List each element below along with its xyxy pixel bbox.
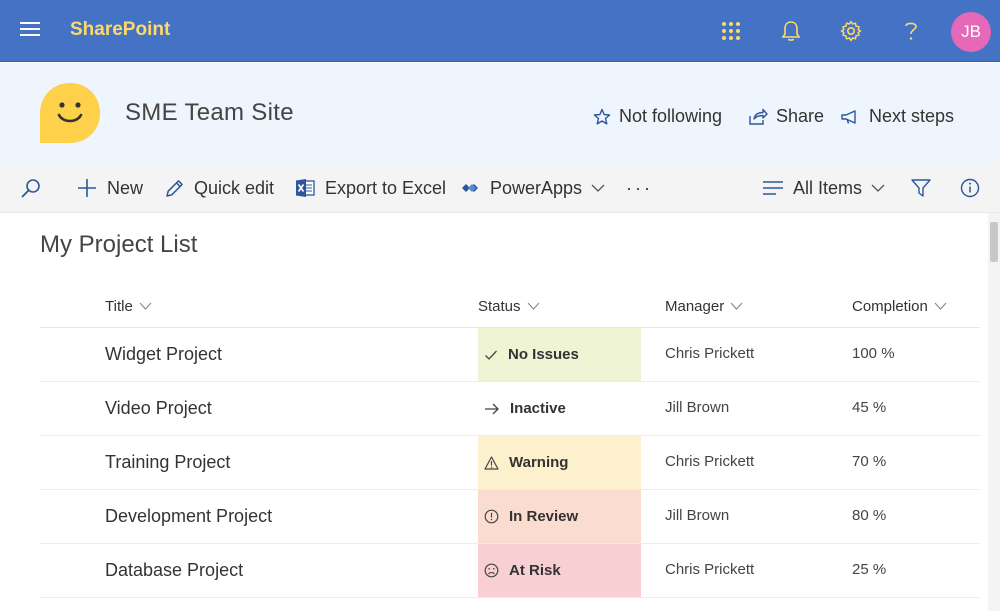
export-to-excel-button[interactable]: Export to Excel (295, 163, 446, 213)
status-cell: At Risk (478, 544, 641, 597)
share-label: Share (776, 106, 825, 126)
powerapps-icon (462, 184, 478, 192)
app-launcher-icon[interactable] (716, 16, 746, 46)
list-view-icon (763, 181, 783, 195)
view-selector[interactable]: All Items (762, 163, 885, 213)
column-header-manager[interactable]: Manager (665, 284, 743, 328)
chevron-down-icon (871, 184, 885, 192)
table-row[interactable]: Training Project Warning Chris Prickett … (40, 436, 980, 490)
next-steps-button[interactable]: Next steps (840, 106, 954, 127)
row-title[interactable]: Video Project (105, 382, 212, 435)
row-title[interactable]: Database Project (105, 544, 243, 597)
gear-icon[interactable] (836, 16, 866, 46)
status-cell: Inactive (478, 382, 641, 435)
completion-cell: 25 % (852, 560, 887, 578)
new-label: New (107, 177, 144, 198)
sharepoint-brand-link[interactable]: SharePoint (70, 19, 170, 41)
status-label: Warning (509, 454, 569, 471)
completion-cell: 80 % (852, 506, 887, 524)
row-title[interactable]: Training Project (105, 436, 230, 489)
chevron-down-icon (139, 302, 152, 310)
info-icon (960, 178, 980, 198)
filter-button[interactable] (911, 163, 931, 213)
column-header-status[interactable]: Status (478, 284, 540, 328)
hamburger-menu-icon[interactable] (20, 22, 40, 38)
plus-icon (78, 179, 96, 197)
site-header: SME Team Site Not following Share Next s… (0, 63, 1000, 163)
powerapps-label: PowerApps (490, 177, 583, 198)
list-title: My Project List (40, 231, 198, 258)
info-circle-icon (484, 509, 499, 524)
status-cell: Warning (478, 436, 641, 489)
completion-cell: 100 % (852, 344, 895, 362)
column-status-label: Status (478, 297, 521, 315)
chevron-down-icon (934, 302, 947, 310)
column-completion-label: Completion (852, 297, 928, 315)
manager-cell: Chris Prickett (665, 344, 755, 362)
column-manager-label: Manager (665, 297, 725, 315)
scrollbar-thumb[interactable] (990, 222, 998, 262)
manager-cell: Chris Prickett (665, 560, 755, 578)
command-bar: New Quick edit Export to Excel PowerApps… (0, 163, 1000, 213)
completion-cell: 45 % (852, 398, 887, 416)
export-label: Export to Excel (325, 177, 447, 198)
project-list-table: Title Status Manager Completion Widget P… (40, 284, 980, 598)
row-title[interactable]: Development Project (105, 490, 272, 543)
manager-cell: Jill Brown (665, 506, 730, 524)
follow-label: Not following (619, 106, 723, 126)
table-row[interactable]: Development Project In Review Jill Brown… (40, 490, 980, 544)
table-row[interactable]: Database Project At Risk Chris Prickett … (40, 544, 980, 598)
chevron-down-icon (591, 184, 605, 192)
column-header-completion[interactable]: Completion (852, 284, 947, 328)
help-icon[interactable] (896, 16, 926, 46)
excel-icon (296, 179, 315, 197)
quick-edit-button[interactable]: Quick edit (164, 163, 274, 213)
more-options-icon: ··· (626, 177, 653, 198)
manager-cell: Chris Prickett (665, 452, 755, 470)
chevron-down-icon (730, 302, 743, 310)
arrow-right-icon (485, 403, 499, 414)
status-cell: No Issues (478, 328, 641, 381)
table-row[interactable]: Widget Project No Issues Chris Prickett … (40, 328, 980, 382)
share-button[interactable]: Share (748, 106, 824, 127)
vertical-scrollbar[interactable] (988, 213, 1000, 611)
bell-icon[interactable] (776, 16, 806, 46)
view-label: All Items (793, 177, 863, 198)
status-label: Inactive (510, 400, 566, 417)
share-icon (749, 108, 768, 125)
pencil-icon (166, 179, 183, 197)
chevron-down-icon (527, 302, 539, 310)
more-options-button[interactable]: ··· (626, 163, 653, 213)
star-outline-icon (593, 108, 611, 125)
row-title[interactable]: Widget Project (105, 328, 222, 381)
follow-button[interactable]: Not following (593, 106, 722, 127)
table-header: Title Status Manager Completion (40, 284, 980, 328)
info-button[interactable] (960, 163, 980, 213)
quick-edit-label: Quick edit (194, 177, 275, 198)
site-title[interactable]: SME Team Site (125, 99, 294, 127)
column-title-label: Title (105, 297, 133, 315)
filter-icon (911, 179, 931, 197)
sad-face-icon (484, 563, 499, 578)
table-row[interactable]: Video Project Inactive Jill Brown 45 % (40, 382, 980, 436)
next-steps-label: Next steps (869, 106, 955, 126)
warning-icon (484, 455, 499, 470)
user-avatar[interactable]: JB (951, 12, 991, 52)
completion-cell: 70 % (852, 452, 887, 470)
check-icon (485, 350, 497, 360)
manager-cell: Jill Brown (665, 398, 730, 416)
new-button[interactable]: New (76, 163, 143, 213)
status-label: At Risk (509, 562, 561, 579)
status-label: In Review (509, 508, 579, 525)
suite-bar: SharePoint JB (0, 0, 1000, 62)
search-icon (21, 179, 40, 198)
site-logo-smiley-icon[interactable] (40, 83, 100, 143)
column-header-title[interactable]: Title (105, 284, 152, 328)
megaphone-icon (841, 109, 856, 124)
search-button[interactable] (20, 163, 42, 213)
powerapps-button[interactable]: PowerApps (461, 163, 605, 213)
status-label: No Issues (508, 346, 579, 363)
status-cell: In Review (478, 490, 641, 543)
